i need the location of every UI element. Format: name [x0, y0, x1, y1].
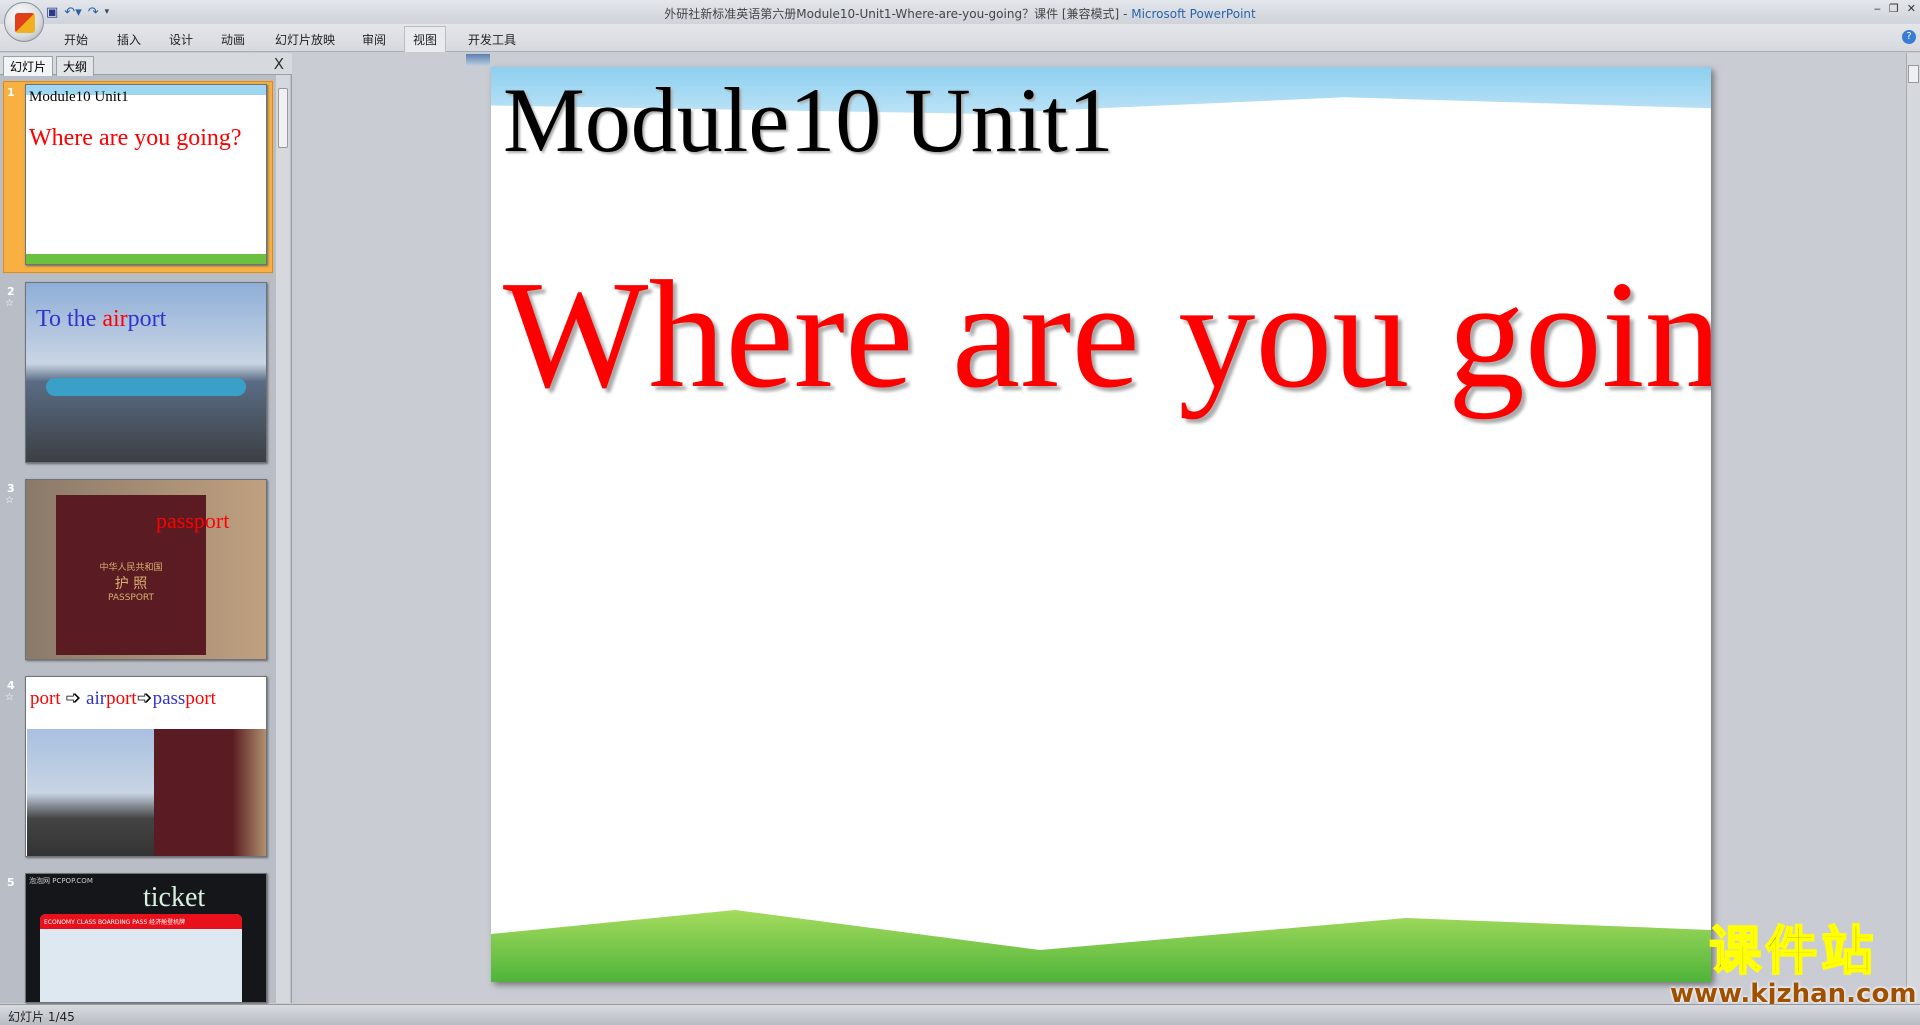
tab-slides[interactable]: 幻灯片: [3, 56, 54, 76]
thumb-word: ticket: [143, 882, 206, 913]
airplane-image: [46, 378, 246, 396]
slide-number: 1: [7, 86, 15, 99]
slide-thumbnail-2[interactable]: To the airport: [25, 282, 267, 463]
window-controls: ‒ ❐ ✕: [1874, 2, 1916, 15]
airplane-image: [27, 729, 154, 856]
pane-scrollbar[interactable]: [276, 75, 290, 1003]
customize-icon[interactable]: ▾: [105, 7, 110, 17]
quick-access-toolbar: ▣ ↶▾ ↷ ▾: [46, 2, 109, 22]
tab-review[interactable]: 审阅: [356, 30, 392, 49]
slide-thumbnail-4[interactable]: port ➩ airport➩passport: [25, 676, 267, 857]
window-title: 外研社新标准英语第六册Module10-Unit1-Where-are-you-…: [664, 7, 1256, 21]
close-pane-icon[interactable]: X: [274, 55, 284, 73]
tab-developer[interactable]: 开发工具: [462, 30, 522, 49]
ribbon-tabs: 开始 插入 设计 动画 幻灯片放映 审阅 视图 开发工具 ?: [0, 24, 1920, 52]
undo-icon[interactable]: ↶▾: [64, 5, 81, 20]
tab-view[interactable]: 视图: [404, 26, 447, 52]
animation-star-icon: ☆: [5, 495, 14, 506]
thumb-subtitle: Where are you going?: [29, 125, 242, 151]
help-icon[interactable]: ?: [1902, 30, 1916, 44]
slide-subtitle[interactable]: Where are you going?: [503, 247, 1711, 424]
thumb-site: 泡泡网 PCPOP.COM: [29, 877, 93, 885]
watermark-logo: 课件站 www.kjzhan.com: [1670, 922, 1917, 1009]
slide-canvas[interactable]: Module10 Unit1 Where are you going?: [491, 67, 1711, 982]
main-scrollbar[interactable]: [1906, 53, 1920, 1003]
slide-number: 4: [7, 679, 15, 692]
restore-button[interactable]: ❐: [1889, 2, 1899, 15]
animation-star-icon: ☆: [5, 298, 14, 309]
slide-preview-icon: [466, 54, 490, 66]
slide-thumbnail-1[interactable]: Module10 Unit1 Where are you going?: [25, 84, 267, 265]
slide-thumbnail-5[interactable]: 泡泡网 PCPOP.COM ticket ECONOMY CLASS BOARD…: [25, 873, 267, 1003]
office-logo-icon: [15, 13, 35, 33]
animation-star-icon: ☆: [5, 692, 14, 703]
status-bar: 幻灯片 1/45: [0, 1004, 1920, 1025]
tab-home[interactable]: 开始: [58, 30, 94, 49]
minimize-button[interactable]: ‒: [1874, 2, 1881, 15]
tab-animations[interactable]: 动画: [215, 30, 251, 49]
thumb-title: Module10 Unit1: [29, 89, 129, 105]
boarding-pass-image: ECONOMY CLASS BOARDING PASS 经济舱登机牌: [40, 914, 242, 1002]
passport-image: [154, 729, 266, 856]
title-bar: 外研社新标准英语第六册Module10-Unit1-Where-are-you-…: [0, 0, 1920, 24]
thumb-word: passport: [156, 508, 230, 533]
close-button[interactable]: ✕: [1907, 2, 1916, 15]
tab-slideshow[interactable]: 幻灯片放映: [269, 30, 341, 49]
grass-decoration: [491, 910, 1711, 982]
slide-number: 2: [7, 285, 15, 298]
thumb-text: To the airport: [36, 306, 167, 332]
slide-thumbnail-3[interactable]: 中华人民共和国护 照 PASSPORT passport: [25, 479, 267, 660]
tab-design[interactable]: 设计: [163, 30, 199, 49]
thumb-text: port ➩ airport➩passport: [30, 688, 216, 709]
slide-counter: 幻灯片 1/45: [8, 1010, 75, 1024]
tab-insert[interactable]: 插入: [111, 30, 147, 49]
slide-number: 3: [7, 482, 15, 495]
redo-icon[interactable]: ↷: [88, 5, 99, 20]
tab-outline[interactable]: 大纲: [56, 56, 95, 76]
slide-title[interactable]: Module10 Unit1: [503, 67, 1114, 173]
save-icon[interactable]: ▣: [46, 5, 58, 20]
office-button[interactable]: [4, 2, 44, 42]
pane-scrollbar-thumb[interactable]: [278, 88, 288, 148]
slide-number: 5: [7, 876, 15, 889]
pane-tabs: 幻灯片 大纲 X: [0, 53, 292, 76]
